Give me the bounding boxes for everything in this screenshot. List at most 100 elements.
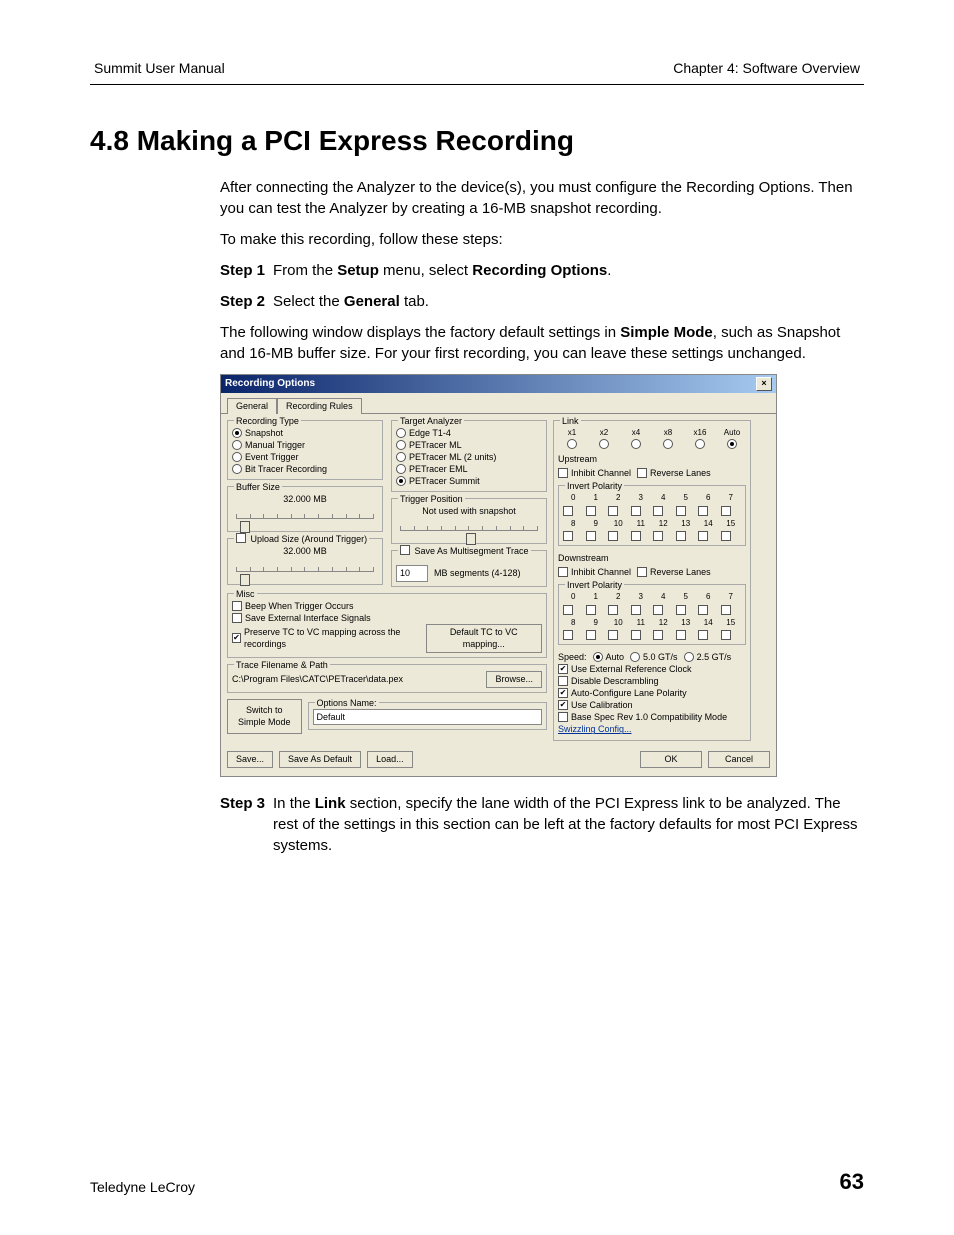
radio-x8[interactable] xyxy=(663,439,673,449)
check-up-inhibit[interactable]: Inhibit Channel xyxy=(558,467,631,479)
up-pol-8[interactable] xyxy=(563,531,573,541)
dn-pol-14[interactable] xyxy=(698,630,708,640)
up-pol-9[interactable] xyxy=(586,531,596,541)
group-trigger-position: Trigger Position Not used with snapshot xyxy=(391,498,547,545)
radio-petracer-eml[interactable]: PETracer EML xyxy=(396,463,542,475)
check-ext-clock[interactable]: Use External Reference Clock xyxy=(558,663,746,675)
check-use-calibration[interactable]: Use Calibration xyxy=(558,699,746,711)
dn-pol-7[interactable] xyxy=(721,605,731,615)
dn-pol-15[interactable] xyxy=(721,630,731,640)
up-pol-11[interactable] xyxy=(631,531,641,541)
multisegment-checkbox[interactable] xyxy=(400,545,410,555)
check-save-ext[interactable]: Save External Interface Signals xyxy=(232,612,542,624)
recording-options-dialog: Recording Options × General Recording Ru… xyxy=(220,374,777,777)
dn-pol-1[interactable] xyxy=(586,605,596,615)
dn-pol-5[interactable] xyxy=(676,605,686,615)
check-beep[interactable]: Beep When Trigger Occurs xyxy=(232,600,542,612)
up-pol-10[interactable] xyxy=(608,531,618,541)
up-pol-0[interactable] xyxy=(563,506,573,516)
upload-size-checkbox[interactable] xyxy=(236,533,246,543)
buffer-size-value: 32.000 MB xyxy=(232,493,378,506)
up-pol-7[interactable] xyxy=(721,506,731,516)
radio-bit-tracer[interactable]: Bit Tracer Recording xyxy=(232,463,378,475)
group-target-analyzer: Target Analyzer Edge T1-4 PETracer ML PE… xyxy=(391,420,547,492)
up-pol-6[interactable] xyxy=(698,506,708,516)
default-tc-vc-button[interactable]: Default TC to VC mapping... xyxy=(426,624,543,653)
multisegment-suffix: MB segments (4-128) xyxy=(434,567,521,580)
radio-petracer-summit[interactable]: PETracer Summit xyxy=(396,475,542,487)
check-disable-descrambling[interactable]: Disable Descrambling xyxy=(558,675,746,687)
up-pol-5[interactable] xyxy=(676,506,686,516)
header-right: Chapter 4: Software Overview xyxy=(673,60,860,76)
dn-pol-2[interactable] xyxy=(608,605,618,615)
up-pol-12[interactable] xyxy=(653,531,663,541)
load-button[interactable]: Load... xyxy=(367,751,413,768)
options-name-field[interactable]: Default xyxy=(313,709,542,726)
check-up-reverse[interactable]: Reverse Lanes xyxy=(637,467,711,479)
check-dn-reverse[interactable]: Reverse Lanes xyxy=(637,566,711,578)
dialog-title: Recording Options xyxy=(225,377,315,391)
dn-pol-11[interactable] xyxy=(631,630,641,640)
dn-pol-10[interactable] xyxy=(608,630,618,640)
radio-manual-trigger[interactable]: Manual Trigger xyxy=(232,439,378,451)
dn-pol-6[interactable] xyxy=(698,605,708,615)
check-dn-inhibit[interactable]: Inhibit Channel xyxy=(558,566,631,578)
cancel-button[interactable]: Cancel xyxy=(708,751,770,768)
page-number: 63 xyxy=(840,1169,864,1195)
radio-x4[interactable] xyxy=(631,439,641,449)
dn-pol-0[interactable] xyxy=(563,605,573,615)
radio-snapshot[interactable]: Snapshot xyxy=(232,427,378,439)
tab-general[interactable]: General xyxy=(227,398,277,414)
check-base-spec-compat[interactable]: Base Spec Rev 1.0 Compatibility Mode xyxy=(558,711,746,723)
up-pol-3[interactable] xyxy=(631,506,641,516)
dn-pol-13[interactable] xyxy=(676,630,686,640)
browse-button[interactable]: Browse... xyxy=(486,671,542,688)
group-recording-type: Recording Type Snapshot Manual Trigger E… xyxy=(227,420,383,480)
tab-recording-rules[interactable]: Recording Rules xyxy=(277,398,362,414)
up-pol-13[interactable] xyxy=(676,531,686,541)
radio-speed-25[interactable]: 2.5 GT/s xyxy=(684,651,732,663)
up-pol-4[interactable] xyxy=(653,506,663,516)
trigger-position-slider[interactable] xyxy=(396,519,542,537)
buffer-size-slider[interactable] xyxy=(232,507,378,525)
step1-text: From the Setup menu, select Recording Op… xyxy=(273,260,864,281)
up-pol-1[interactable] xyxy=(586,506,596,516)
upload-size-slider[interactable] xyxy=(232,560,378,578)
group-misc: Misc Beep When Trigger Occurs Save Exter… xyxy=(227,593,547,658)
speed-label: Speed: xyxy=(558,651,587,664)
save-default-button[interactable]: Save As Default xyxy=(279,751,361,768)
multisegment-value[interactable]: 10 xyxy=(396,565,428,582)
up-pol-15[interactable] xyxy=(721,531,731,541)
radio-auto-width[interactable] xyxy=(727,439,737,449)
step3-text: In the Link section, specify the lane wi… xyxy=(273,793,864,856)
radio-x1[interactable] xyxy=(567,439,577,449)
radio-speed-5[interactable]: 5.0 GT/s xyxy=(630,651,678,663)
dn-pol-4[interactable] xyxy=(653,605,663,615)
swizzling-link[interactable]: Swizzling Config... xyxy=(558,724,632,734)
radio-petracer-ml-2[interactable]: PETracer ML (2 units) xyxy=(396,451,542,463)
radio-speed-auto[interactable]: Auto xyxy=(593,651,625,663)
up-pol-2[interactable] xyxy=(608,506,618,516)
radio-x16[interactable] xyxy=(695,439,705,449)
dialog-title-bar: Recording Options × xyxy=(221,375,776,393)
dn-pol-8[interactable] xyxy=(563,630,573,640)
upstream-label: Upstream xyxy=(558,453,746,466)
dn-pol-3[interactable] xyxy=(631,605,641,615)
group-upload-size: Upload Size (Around Trigger) 32.000 MB xyxy=(227,538,383,585)
check-preserve-tc-vc[interactable]: Preserve TC to VC mapping across the rec… xyxy=(232,626,420,650)
radio-event-trigger[interactable]: Event Trigger xyxy=(232,451,378,463)
check-auto-config-polarity[interactable]: Auto-Configure Lane Polarity xyxy=(558,687,746,699)
footer-left: Teledyne LeCroy xyxy=(90,1179,195,1195)
dn-pol-12[interactable] xyxy=(653,630,663,640)
radio-x2[interactable] xyxy=(599,439,609,449)
radio-petracer-ml[interactable]: PETracer ML xyxy=(396,439,542,451)
ok-button[interactable]: OK xyxy=(640,751,702,768)
save-button[interactable]: Save... xyxy=(227,751,273,768)
close-icon[interactable]: × xyxy=(756,377,772,391)
radio-edge-t14[interactable]: Edge T1-4 xyxy=(396,427,542,439)
group-multisegment: Save As Multisegment Trace 10 MB segment… xyxy=(391,550,547,587)
up-pol-14[interactable] xyxy=(698,531,708,541)
dn-pol-9[interactable] xyxy=(586,630,596,640)
switch-mode-button[interactable]: Switch to Simple Mode xyxy=(227,699,302,734)
step3-label: Step 3 xyxy=(220,793,265,856)
